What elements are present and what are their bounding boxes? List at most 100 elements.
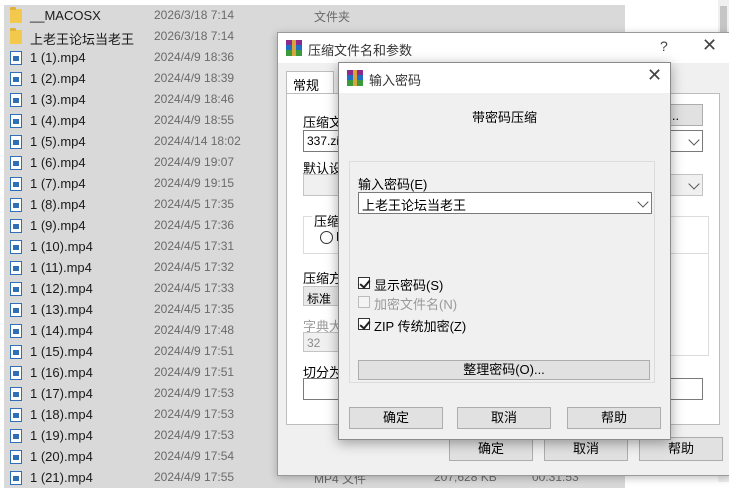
method-label: 压缩方 [303, 271, 343, 286]
file-date: 2024/4/9 17:51 [154, 365, 235, 379]
file-name: 1 (11).mp4 [30, 260, 92, 275]
video-file-icon [10, 366, 22, 380]
password-dialog-titlebar: 输入密码 ✕ [339, 63, 670, 93]
chevron-down-icon [688, 134, 700, 146]
password-label: 输入密码(E) [358, 177, 428, 192]
video-file-icon [10, 114, 22, 128]
file-date: 2024/4/5 17:36 [154, 218, 235, 232]
file-name: 1 (15).mp4 [30, 344, 93, 359]
video-file-icon [10, 51, 22, 65]
video-file-icon [10, 93, 22, 107]
file-date: 2024/4/9 17:54 [154, 449, 235, 463]
file-name: 1 (8).mp4 [30, 197, 86, 212]
file-date: 2024/4/9 18:46 [154, 92, 235, 106]
encrypt-filenames-label: 加密文件名(N) [374, 297, 458, 312]
file-date: 2024/4/9 17:53 [154, 407, 235, 421]
file-date: 2024/4/9 17:53 [154, 386, 235, 400]
close-icon[interactable]: ✕ [702, 35, 717, 56]
help-icon[interactable]: ? [660, 38, 668, 54]
tab-general[interactable]: 常规 [286, 71, 334, 94]
video-file-icon [10, 282, 22, 296]
archive-dialog-title: 压缩文件名和参数 [308, 43, 413, 58]
file-name: 1 (19).mp4 [30, 428, 93, 443]
file-date: 2024/4/9 17:48 [154, 323, 235, 337]
show-password-label: 显示密码(S) [374, 278, 444, 293]
close-icon[interactable]: ✕ [647, 65, 662, 86]
video-file-icon [10, 450, 22, 464]
file-date: 2024/4/9 19:15 [154, 176, 235, 190]
chevron-down-icon [637, 196, 649, 208]
file-name: 1 (7).mp4 [30, 176, 86, 191]
video-file-icon [10, 429, 22, 443]
video-file-icon [10, 408, 22, 422]
file-name: 1 (18).mp4 [30, 407, 93, 422]
folder-icon [10, 7, 22, 23]
file-type: 文件夹 [314, 10, 351, 24]
file-name: 1 (13).mp4 [30, 302, 93, 317]
password-value: 上老王论坛当老王 [362, 198, 467, 213]
ok-button[interactable]: 确定 [349, 407, 443, 429]
file-name: 1 (16).mp4 [30, 365, 93, 380]
file-name: 1 (1).mp4 [30, 50, 86, 65]
file-date: 2024/4/9 19:07 [154, 155, 235, 169]
password-dialog: 输入密码 ✕ 带密码压缩 输入密码(E) 上老王论坛当老王 显示密码(S) 加密… [338, 62, 671, 440]
method-value: 标准 [307, 292, 332, 306]
video-file-icon [10, 219, 22, 233]
file-name: 1 (4).mp4 [30, 113, 86, 128]
video-file-icon [10, 387, 22, 401]
video-file-icon [10, 345, 22, 359]
organize-passwords-button[interactable]: 整理密码(O)... [358, 360, 650, 380]
file-name: 1 (17).mp4 [30, 386, 93, 401]
cancel-button[interactable]: 取消 [544, 437, 628, 461]
video-file-icon [10, 261, 22, 275]
file-date: 2026/3/18 7:14 [154, 8, 235, 22]
file-name: 1 (14).mp4 [30, 323, 93, 338]
winrar-icon [347, 70, 363, 86]
password-panel: 输入密码(E) 上老王论坛当老王 显示密码(S) 加密文件名(N) ZIP 传统… [349, 161, 655, 383]
chevron-down-icon [688, 178, 700, 190]
cancel-button[interactable]: 取消 [457, 407, 551, 429]
dictionary-value: 32 [307, 336, 321, 350]
file-name: 1 (5).mp4 [30, 134, 86, 149]
show-password-checkbox[interactable] [358, 277, 370, 289]
file-name: 上老王论坛当老王 [30, 32, 135, 47]
file-name: 1 (20).mp4 [30, 449, 93, 464]
file-date: 2024/4/5 17:31 [154, 239, 235, 253]
file-name: 1 (3).mp4 [30, 92, 86, 107]
password-dialog-title: 输入密码 [369, 73, 422, 88]
file-row[interactable]: __MACOSX 2026/3/18 7:14 文件夹 [4, 5, 625, 26]
video-file-icon [10, 198, 22, 212]
file-date: 2024/4/9 17:51 [154, 344, 235, 358]
options-groupbox [667, 216, 709, 356]
help-button[interactable]: 帮助 [567, 407, 661, 429]
password-combobox[interactable]: 上老王论坛当老王 [358, 192, 652, 214]
file-date: 2024/4/5 17:35 [154, 197, 235, 211]
file-date: 2026/3/18 7:14 [154, 29, 235, 43]
video-file-icon [10, 471, 22, 485]
ok-button[interactable]: 确定 [449, 437, 533, 461]
video-file-icon [10, 135, 22, 149]
file-date: 2024/4/14 18:02 [154, 134, 241, 148]
video-file-icon [10, 156, 22, 170]
folder-icon [10, 28, 22, 44]
file-date: 2024/4/9 18:39 [154, 71, 235, 85]
help-button[interactable]: 帮助 [639, 437, 723, 461]
video-file-icon [10, 177, 22, 191]
archive-name-label: 压缩文 [303, 115, 343, 130]
video-file-icon [10, 324, 22, 338]
video-file-icon [10, 72, 22, 86]
encrypt-filenames-checkbox[interactable] [358, 296, 370, 308]
password-heading: 带密码压缩 [471, 110, 537, 125]
archive-dialog-titlebar: 压缩文件名和参数 ? ✕ [278, 33, 729, 63]
file-date: 2024/4/5 17:33 [154, 281, 235, 295]
format-radio[interactable] [320, 231, 333, 244]
file-date: 2024/4/5 17:35 [154, 302, 235, 316]
file-date: 2024/4/9 17:53 [154, 428, 235, 442]
zip-legacy-label: ZIP 传统加密(Z) [374, 319, 467, 334]
file-name: 1 (2).mp4 [30, 71, 86, 86]
zip-legacy-checkbox[interactable] [358, 318, 370, 330]
file-name: 1 (6).mp4 [30, 155, 86, 170]
file-date: 2024/4/9 18:55 [154, 113, 235, 127]
file-name: 1 (9).mp4 [30, 218, 86, 233]
file-name: __MACOSX [30, 8, 101, 23]
